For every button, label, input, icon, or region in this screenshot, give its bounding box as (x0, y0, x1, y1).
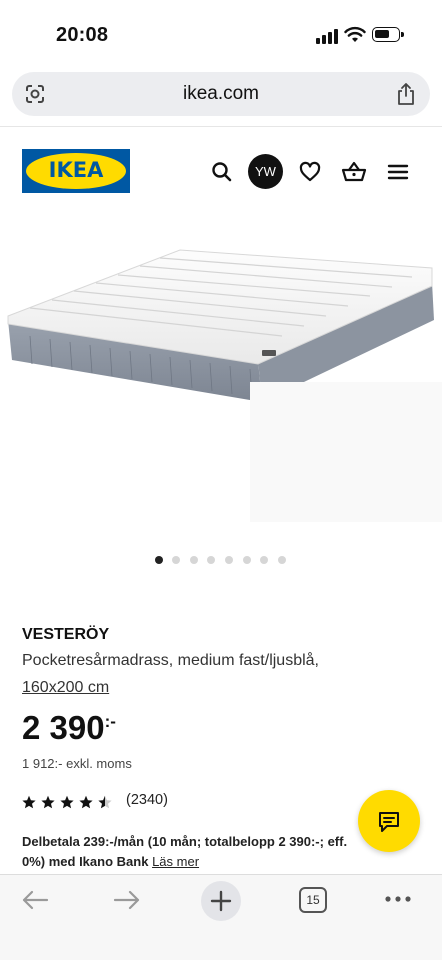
rating-stars[interactable] (22, 793, 122, 811)
gallery-dot[interactable] (260, 556, 268, 564)
gallery-dot[interactable] (190, 556, 198, 564)
half-star-icon (98, 795, 112, 809)
menu-icon[interactable] (384, 158, 412, 186)
search-icon[interactable] (208, 158, 236, 186)
chat-icon (379, 812, 399, 832)
gallery-dot[interactable] (243, 556, 251, 564)
star-icon (60, 795, 74, 809)
price-main: 2 390 (22, 709, 105, 746)
gallery-dot[interactable] (207, 556, 215, 564)
heart-icon[interactable] (296, 158, 324, 186)
new-tab-button[interactable] (201, 881, 241, 921)
cellular-signal-icon (316, 28, 338, 44)
product-price: 2 390:- (22, 709, 116, 747)
gallery-dot[interactable] (155, 556, 163, 564)
cart-icon[interactable] (340, 158, 368, 186)
finance-info: Delbetala 239:-/mån (10 mån; totalbelopp… (22, 832, 372, 872)
gallery-dot[interactable] (225, 556, 233, 564)
price-ex-vat: 1 912:- exkl. moms (22, 756, 132, 771)
more-options-icon[interactable] (384, 895, 412, 903)
product-size-link[interactable]: 160x200 cm (22, 679, 109, 697)
battery-icon (372, 27, 404, 42)
product-description: Pocketresårmadrass, medium fast/ljusblå, (22, 652, 319, 669)
back-arrow-icon[interactable] (20, 889, 50, 911)
read-more-link[interactable]: Läs mer (152, 854, 199, 869)
browser-toolbar: 15 (0, 874, 442, 960)
status-bar: 20:08 (0, 0, 442, 66)
gallery-dot[interactable] (172, 556, 180, 564)
address-bar[interactable]: ikea.com (12, 72, 430, 116)
user-avatar[interactable]: YW (248, 154, 283, 189)
forward-arrow-icon[interactable] (112, 889, 142, 911)
star-icon (22, 795, 36, 809)
price-suffix: :- (104, 712, 116, 731)
wifi-icon (344, 26, 366, 42)
product-image[interactable] (0, 232, 442, 522)
chat-button[interactable] (358, 790, 420, 852)
url-text[interactable]: ikea.com (12, 83, 430, 105)
star-icon (79, 795, 93, 809)
logo-text: IKEA (48, 158, 104, 182)
status-time: 20:08 (56, 24, 109, 46)
ikea-logo[interactable]: IKEA (22, 149, 130, 193)
share-icon[interactable] (396, 82, 416, 106)
star-icon (41, 795, 55, 809)
tab-switcher-button[interactable]: 15 (299, 887, 327, 913)
gallery-dot[interactable] (278, 556, 286, 564)
header-divider (0, 126, 442, 127)
plus-icon (210, 890, 232, 912)
rating-count[interactable]: (2340) (126, 792, 168, 808)
product-name: VESTERÖY (22, 626, 110, 643)
